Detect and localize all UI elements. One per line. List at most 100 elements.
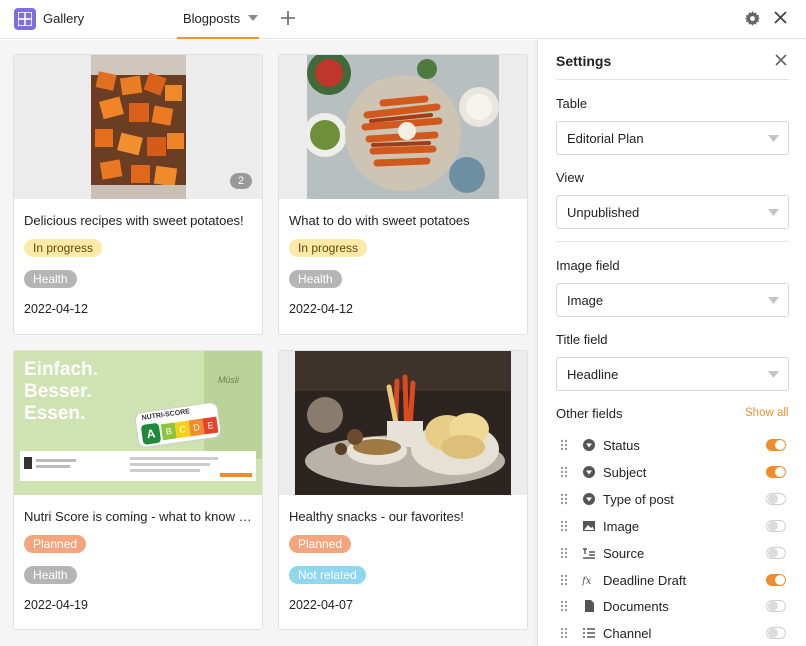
field-toggle[interactable] — [766, 627, 786, 639]
gallery-card[interactable]: 2 Delicious recipes with sweet potatoes!… — [13, 54, 263, 335]
select-value: Headline — [567, 367, 619, 382]
app-title: Gallery — [43, 11, 85, 26]
other-fields-label: Other fields — [556, 406, 623, 421]
settings-panel: Settings Table Editorial Plan View Unpub… — [537, 40, 806, 646]
toggle-knob — [768, 521, 778, 531]
top-bar: Gallery Blogposts — [0, 0, 806, 39]
field-toggle[interactable] — [766, 439, 786, 451]
select-value: Editorial Plan — [567, 131, 644, 146]
card-image — [279, 55, 527, 199]
subject-badge: Health — [24, 566, 77, 584]
field-toggle[interactable] — [766, 547, 786, 559]
field-name: Type of post — [603, 492, 674, 507]
toggle-knob — [775, 467, 785, 477]
field-toggle[interactable] — [766, 493, 786, 505]
card-date: 2022-04-12 — [289, 302, 353, 316]
field-name: Deadline Draft — [603, 573, 687, 588]
field-name: Channel — [603, 626, 652, 641]
field-name: Documents — [603, 599, 669, 614]
field-row-status[interactable]: Status — [556, 435, 789, 455]
field-row-documents[interactable]: Documents — [556, 596, 789, 616]
tab-blogposts[interactable]: Blogposts — [177, 0, 259, 39]
field-row-type-of-post[interactable]: Type of post — [556, 489, 789, 509]
caret-down-icon — [768, 297, 779, 304]
field-name: Subject — [603, 465, 647, 480]
toggle-knob — [768, 601, 778, 611]
settings-title: Settings — [556, 53, 612, 69]
title-field-label: Title field — [556, 332, 608, 347]
image-field-label: Image field — [556, 258, 620, 273]
card-image: 2 — [14, 55, 262, 199]
card-date: 2022-04-19 — [24, 598, 88, 612]
show-all-link[interactable]: Show all — [745, 407, 788, 419]
file-icon — [582, 599, 596, 613]
card-date: 2022-04-12 — [24, 302, 88, 316]
image-icon — [582, 519, 596, 533]
info-strip — [20, 451, 256, 481]
single-select-icon — [582, 492, 596, 506]
field-row-channel[interactable]: Channel — [556, 623, 789, 643]
field-toggle[interactable] — [766, 600, 786, 612]
field-name: Source — [603, 546, 645, 561]
field-name: Image — [603, 519, 640, 534]
field-row-source[interactable]: Source — [556, 543, 789, 563]
snacks-image — [295, 351, 511, 495]
toggle-knob — [768, 548, 778, 558]
divider — [556, 241, 789, 242]
drag-handle-icon[interactable] — [560, 493, 568, 508]
drag-handle-icon[interactable] — [560, 520, 568, 535]
drag-handle-icon[interactable] — [560, 627, 568, 642]
drag-handle-icon[interactable] — [560, 600, 568, 615]
gallery-card[interactable]: Healthy snacks - our favorites! Planned … — [278, 350, 528, 630]
card-date: 2022-04-07 — [289, 598, 353, 612]
gallery-card[interactable]: What to do with sweet potatoes In progre… — [278, 54, 528, 335]
select-value: Unpublished — [567, 205, 640, 220]
card-image — [279, 351, 527, 495]
plus-icon[interactable] — [280, 8, 296, 28]
field-toggle[interactable] — [766, 466, 786, 478]
field-row-subject[interactable]: Subject — [556, 462, 789, 482]
view-label: View — [556, 170, 584, 185]
caret-down-icon[interactable] — [248, 15, 258, 22]
card-title: Healthy snacks - our favorites! — [289, 509, 464, 524]
image-field-select[interactable]: Image — [556, 283, 789, 317]
close-icon[interactable] — [775, 54, 787, 66]
drag-handle-icon[interactable] — [560, 439, 568, 454]
field-row-image[interactable]: Image — [556, 516, 789, 536]
formula-icon: fx — [581, 573, 596, 587]
toggle-knob — [768, 494, 778, 504]
status-badge: In progress — [24, 239, 103, 257]
long-text-icon — [582, 546, 596, 560]
status-badge: Planned — [289, 535, 352, 553]
field-row-deadline-draft[interactable]: fx Deadline Draft — [556, 570, 789, 590]
field-name: Status — [603, 438, 640, 453]
view-select[interactable]: Unpublished — [556, 195, 789, 229]
card-image: Einfach. Besser. Essen. Müsli NUTRI-SCOR… — [14, 351, 262, 495]
subject-badge: Health — [289, 270, 342, 288]
drag-handle-icon[interactable] — [560, 574, 568, 589]
drag-handle-icon[interactable] — [560, 466, 568, 481]
sweet-potato-fries-image — [303, 55, 499, 199]
toggle-knob — [775, 440, 785, 450]
field-toggle[interactable] — [766, 520, 786, 532]
title-field-select[interactable]: Headline — [556, 357, 789, 391]
gallery-app-icon[interactable] — [14, 8, 36, 30]
gallery-card[interactable]: Einfach. Besser. Essen. Müsli NUTRI-SCOR… — [13, 350, 263, 630]
status-badge: Planned — [24, 535, 87, 553]
toggle-knob — [775, 575, 785, 585]
svg-text:fx: fx — [582, 576, 592, 587]
table-select[interactable]: Editorial Plan — [556, 121, 789, 155]
subject-badge: Health — [24, 270, 77, 288]
card-title: What to do with sweet potatoes — [289, 213, 470, 228]
subject-badge: Not related — [289, 566, 366, 584]
status-badge: In progress — [289, 239, 368, 257]
close-icon[interactable] — [774, 11, 787, 24]
sweet-potato-image — [91, 55, 186, 199]
nutri-score-image: Einfach. Besser. Essen. Müsli NUTRI-SCOR… — [14, 351, 262, 495]
gear-icon[interactable] — [745, 11, 760, 26]
image-count-badge: 2 — [230, 173, 252, 189]
caret-down-icon — [768, 135, 779, 142]
drag-handle-icon[interactable] — [560, 547, 568, 562]
field-toggle[interactable] — [766, 574, 786, 586]
table-label: Table — [556, 96, 588, 111]
